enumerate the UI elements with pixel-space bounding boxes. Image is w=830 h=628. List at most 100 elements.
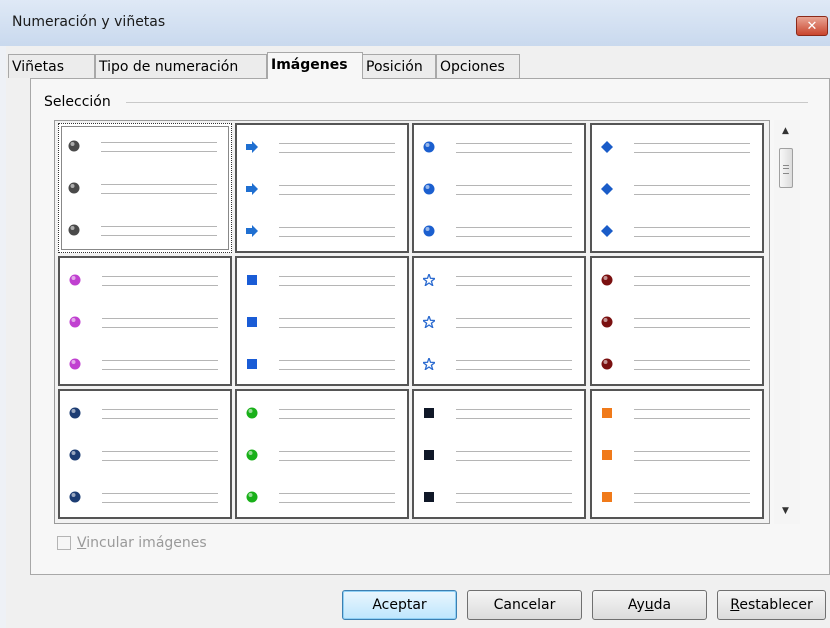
group-separator-line	[126, 102, 808, 103]
cancel-button[interactable]: Cancelar	[467, 590, 582, 620]
black-square-bullet-icon	[424, 492, 434, 502]
preview-text-lines	[102, 276, 218, 286]
preview-text-lines	[279, 493, 395, 503]
tab-label: Posición	[366, 59, 423, 75]
bullet-option-dark-red-sphere-bullet[interactable]	[590, 256, 764, 386]
blue-star-bullet-icon	[423, 274, 435, 286]
tab-label: Imágenes	[271, 57, 348, 73]
black-square-bullet-icon	[424, 408, 434, 418]
tab-posicion[interactable]: Posición	[362, 54, 436, 78]
scroll-down-arrow-icon[interactable]: ▼	[782, 506, 789, 516]
preview-text-lines	[279, 227, 395, 237]
bullet-option-gray-sphere-bullet[interactable]	[58, 123, 232, 253]
tab-tipo-de-numeracion[interactable]: Tipo de numeración	[95, 54, 267, 78]
scrollbar-thumb[interactable]	[779, 148, 793, 188]
preview-text-lines	[456, 493, 572, 503]
navy-sphere-bullet-icon	[69, 449, 81, 461]
help-button[interactable]: Ayuda	[592, 590, 707, 620]
pink-sphere-bullet-icon	[69, 316, 81, 328]
bullet-option-pink-sphere-bullet[interactable]	[58, 256, 232, 386]
blue-sphere-bullet-icon	[423, 225, 435, 237]
blue-arrow-bullet-icon	[246, 183, 258, 195]
tab-label: Viñetas	[12, 59, 65, 75]
bullet-option-blue-sphere-bullet[interactable]	[412, 123, 586, 253]
preview-text-lines	[279, 276, 395, 286]
close-button[interactable]: ✕	[796, 16, 828, 36]
bullet-option-blue-diamond-bullet[interactable]	[590, 123, 764, 253]
blue-sphere-bullet-icon	[423, 183, 435, 195]
preview-text-lines	[102, 360, 218, 370]
pink-sphere-bullet-icon	[69, 274, 81, 286]
blue-star-bullet-icon	[423, 316, 435, 328]
gray-sphere-bullet-icon	[68, 224, 80, 236]
selection-group-label: Selección	[44, 94, 111, 110]
preview-text-lines	[634, 227, 750, 237]
green-sphere-bullet-icon	[246, 407, 258, 419]
preview-text-lines	[102, 318, 218, 328]
blue-diamond-bullet-icon	[601, 225, 613, 237]
blue-sphere-bullet-icon	[423, 141, 435, 153]
preview-text-lines	[279, 360, 395, 370]
link-images-checkbox[interactable]	[57, 536, 71, 550]
preview-text-lines	[102, 409, 218, 419]
bullet-option-blue-cube-bullet[interactable]	[235, 256, 409, 386]
blue-cube-bullet-icon	[247, 359, 257, 369]
blue-star-bullet-icon	[423, 358, 435, 370]
preview-text-lines	[101, 226, 217, 236]
preview-text-lines	[634, 318, 750, 328]
dark-red-sphere-bullet-icon	[601, 274, 613, 286]
mnemonic-letter: u	[644, 597, 654, 613]
preview-text-lines	[456, 318, 572, 328]
preview-text-lines	[456, 227, 572, 237]
preview-text-lines	[456, 360, 572, 370]
preview-text-lines	[101, 142, 217, 152]
blue-diamond-bullet-icon	[601, 141, 613, 153]
gallery-scrollbar[interactable]: ▲ ▼	[774, 120, 800, 524]
dialog-title: Numeración y viñetas	[12, 14, 166, 30]
bullet-option-orange-square-bullet[interactable]	[590, 389, 764, 519]
bullet-option-black-square-bullet[interactable]	[412, 389, 586, 519]
orange-square-bullet-icon	[602, 450, 612, 460]
tab-opciones[interactable]: Opciones	[436, 54, 520, 78]
title-bar: Numeración y viñetas ✕	[0, 0, 830, 46]
reset-button[interactable]: Restablecer	[717, 590, 826, 620]
mnemonic-letter: R	[730, 597, 740, 613]
tab-imagenes[interactable]: Imágenes	[267, 52, 363, 79]
preview-text-lines	[634, 451, 750, 461]
preview-text-lines	[102, 493, 218, 503]
preview-text-lines	[456, 276, 572, 286]
preview-text-lines	[279, 143, 395, 153]
scroll-up-arrow-icon[interactable]: ▲	[782, 126, 789, 136]
navy-sphere-bullet-icon	[69, 491, 81, 503]
mnemonic-letter: V	[77, 535, 87, 551]
preview-text-lines	[279, 185, 395, 195]
preview-text-lines	[634, 360, 750, 370]
preview-text-lines	[456, 143, 572, 153]
bullet-option-green-sphere-bullet[interactable]	[235, 389, 409, 519]
blue-arrow-bullet-icon	[246, 225, 258, 237]
button-label: da	[653, 597, 672, 613]
tab-label: Tipo de numeración	[99, 59, 239, 75]
preview-text-lines	[634, 409, 750, 419]
tab-vinetas[interactable]: Viñetas	[8, 54, 95, 78]
blue-diamond-bullet-icon	[601, 183, 613, 195]
button-label: Cancelar	[493, 597, 556, 613]
preview-text-lines	[279, 409, 395, 419]
preview-text-lines	[634, 185, 750, 195]
navy-sphere-bullet-icon	[69, 407, 81, 419]
accept-button[interactable]: Aceptar	[342, 590, 457, 620]
preview-text-lines	[634, 276, 750, 286]
preview-text-lines	[456, 185, 572, 195]
bullet-option-blue-arrow-bullet[interactable]	[235, 123, 409, 253]
orange-square-bullet-icon	[602, 492, 612, 502]
preview-text-lines	[456, 451, 572, 461]
bullet-option-blue-star-bullet[interactable]	[412, 256, 586, 386]
link-images-label: Vincular imágenes	[77, 535, 207, 551]
blue-arrow-bullet-icon	[246, 141, 258, 153]
preview-text-lines	[634, 493, 750, 503]
bullet-option-navy-sphere-bullet[interactable]	[58, 389, 232, 519]
preview-text-lines	[279, 318, 395, 328]
dark-red-sphere-bullet-icon	[601, 358, 613, 370]
gray-sphere-bullet-icon	[68, 182, 80, 194]
preview-text-lines	[456, 409, 572, 419]
